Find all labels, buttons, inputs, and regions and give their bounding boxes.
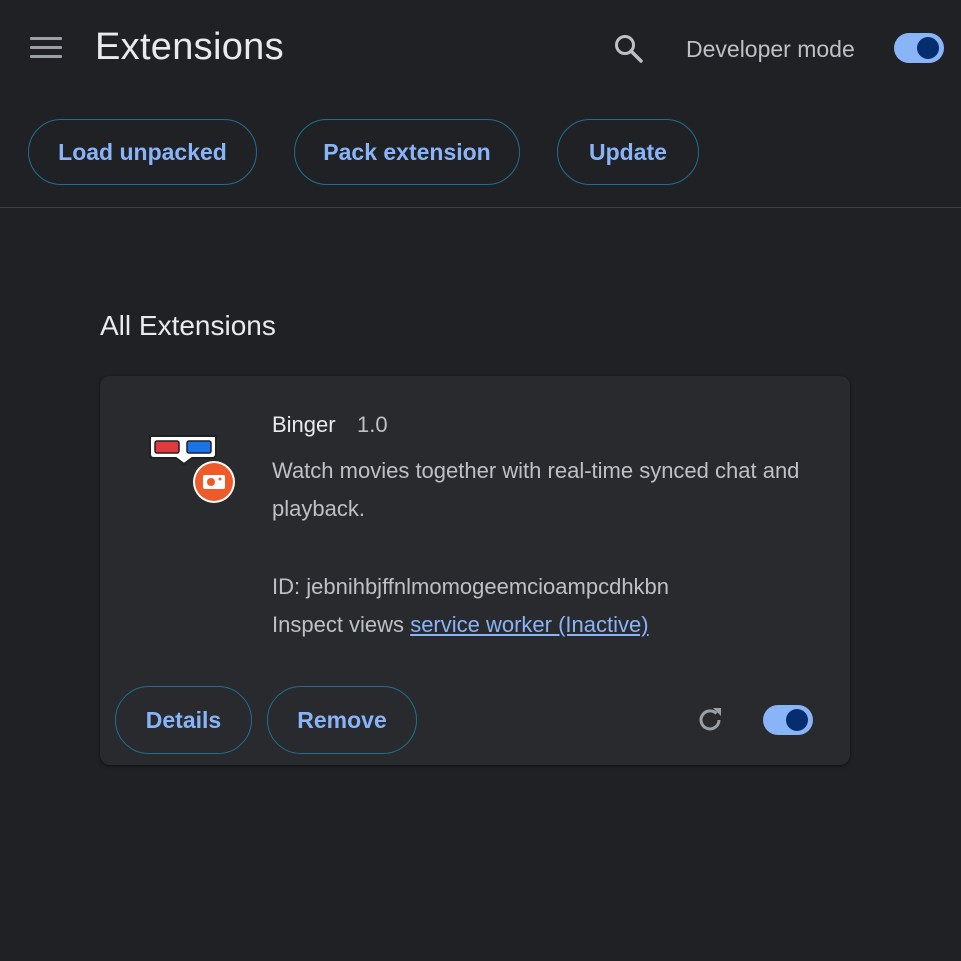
extension-description: Watch movies together with real-time syn… <box>272 458 800 521</box>
search-icon[interactable] <box>612 32 646 66</box>
toolbar-divider <box>0 207 961 208</box>
toggle-knob <box>786 709 808 731</box>
details-button[interactable]: Details <box>115 686 252 754</box>
service-worker-link[interactable]: service worker (Inactive) <box>410 612 648 637</box>
extension-name: Binger <box>272 412 336 437</box>
extension-card: Binger 1.0 Watch movies together with re… <box>100 376 850 765</box>
developer-mode-toggle[interactable] <box>894 33 944 63</box>
inspect-views: Inspect views service worker (Inactive) <box>272 612 649 638</box>
section-title: All Extensions <box>100 310 276 341</box>
reload-icon[interactable] <box>694 704 726 736</box>
extension-id: ID: jebnihbjffnlmomogeemcioampcdhkbn <box>272 574 670 599</box>
extension-enable-toggle[interactable] <box>763 705 813 735</box>
developer-mode-label: Developer mode <box>686 36 855 62</box>
pack-extension-button[interactable]: Pack extension <box>294 119 520 185</box>
extension-version: 1.0 <box>357 412 388 437</box>
menu-icon[interactable] <box>30 34 62 62</box>
top-toolbar: Extensions Developer mode <box>0 0 961 100</box>
extension-icon <box>148 432 238 504</box>
load-unpacked-button[interactable]: Load unpacked <box>28 119 257 185</box>
inspect-views-label: Inspect views <box>272 612 405 637</box>
update-button[interactable]: Update <box>557 119 699 185</box>
page-title: Extensions <box>95 26 284 68</box>
toggle-knob <box>917 37 939 59</box>
remove-button[interactable]: Remove <box>267 686 417 754</box>
